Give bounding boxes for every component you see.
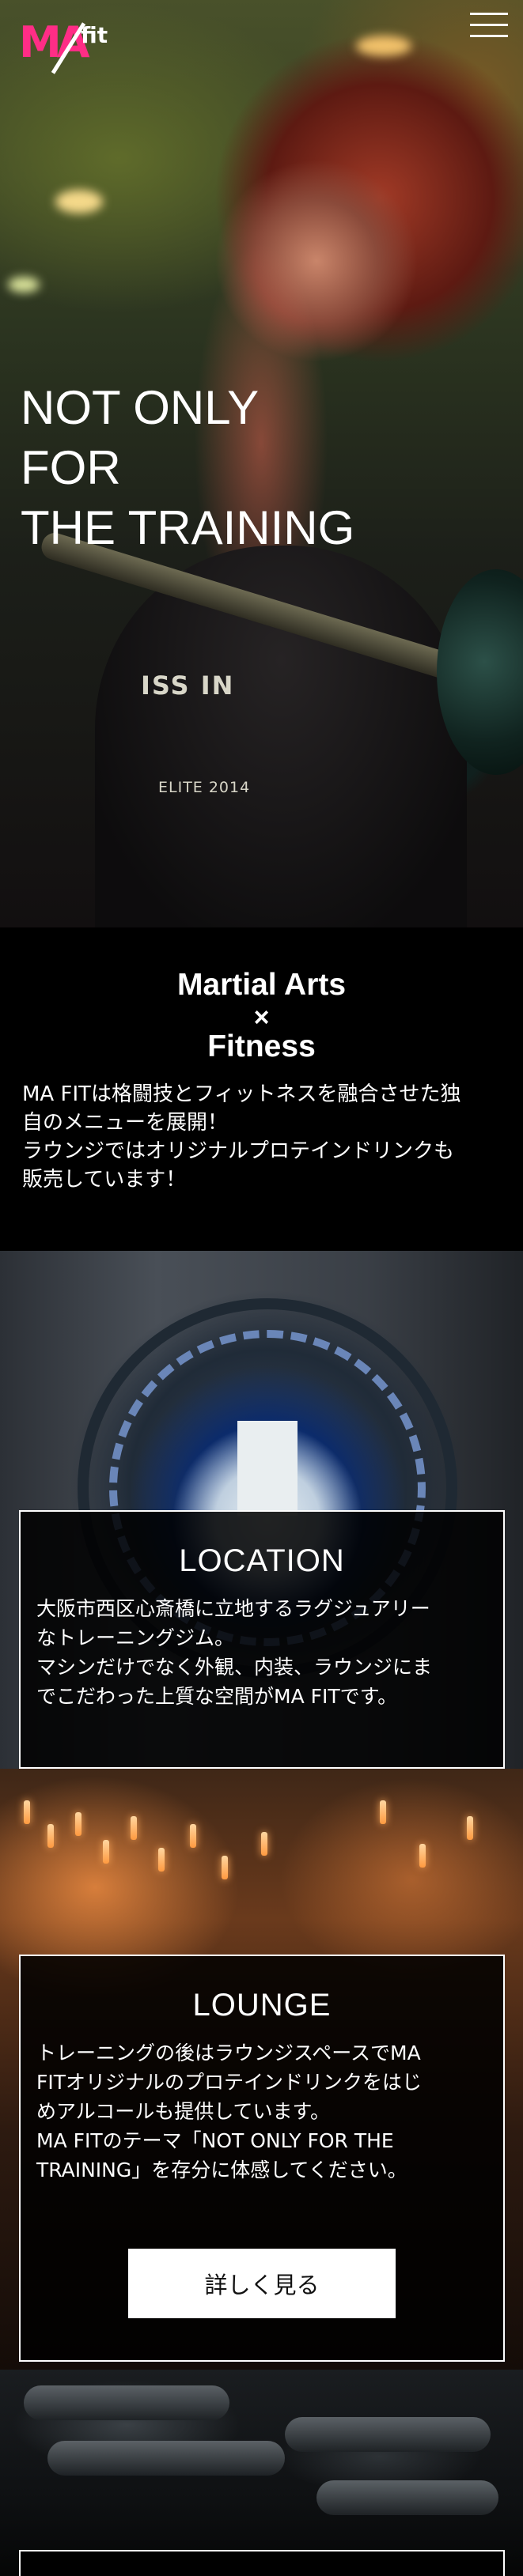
page: ISS IN ELITE 2014 MA fit NOT ONLY FOR TH… bbox=[0, 0, 523, 2576]
pendant-light bbox=[47, 1824, 54, 1848]
location-text-line: なトレーニングジム。 bbox=[36, 1626, 235, 1649]
menu-line bbox=[470, 24, 508, 26]
view-details-button[interactable]: 詳しく見る bbox=[128, 2249, 396, 2318]
shirt-print-text: ISS IN bbox=[141, 670, 235, 701]
pendant-light bbox=[75, 1812, 81, 1836]
menu-line bbox=[470, 13, 508, 15]
background-light bbox=[8, 277, 40, 293]
pendant-light bbox=[222, 1856, 228, 1879]
next-section-card bbox=[19, 2550, 505, 2576]
hero-title-line: THE TRAINING bbox=[21, 501, 355, 554]
pendant-light bbox=[419, 1844, 426, 1868]
pendant-light bbox=[190, 1824, 196, 1848]
pendant-light bbox=[24, 1800, 30, 1824]
pendant-light bbox=[131, 1816, 137, 1840]
hero-title-line: FOR bbox=[21, 441, 121, 494]
location-card: LOCATION 大阪市西区心斎橋に立地するラグジュアリー なトレーニングジム。… bbox=[19, 1510, 505, 1769]
intro-heading-line: Fitness bbox=[207, 1029, 316, 1063]
pendant-light bbox=[158, 1848, 165, 1872]
location-text-line: でこだわった上質な空間がMA FITです。 bbox=[36, 1685, 398, 1708]
dumbbell bbox=[24, 2385, 229, 2420]
lounge-text-line: MA FITのテーマ「NOT ONLY FOR THE bbox=[36, 2129, 394, 2152]
logo-mark: MA bbox=[19, 17, 89, 67]
entrance-light bbox=[237, 1421, 298, 1516]
location-title: LOCATION bbox=[179, 1543, 345, 1578]
hero-title-line: NOT ONLY bbox=[21, 381, 260, 434]
intro-text: MA FITは格闘技とフィットネスを融合させた独 自のメニューを展開！ ラウンジ… bbox=[22, 1080, 497, 1194]
lounge-text-line: めアルコールも提供しています。 bbox=[36, 2100, 331, 2123]
lounge-card: LOUNGE トレーニングの後はラウンジスペースでMA FITオリジナルのプロテ… bbox=[19, 1955, 505, 2362]
lounge-text-line: トレーニングの後はラウンジスペースでMA bbox=[36, 2042, 421, 2064]
intro-text-line: MA FITは格闘技とフィットネスを融合させた独 bbox=[22, 1082, 461, 1106]
shirt-print-text: ELITE 2014 bbox=[158, 779, 251, 796]
equipment-photo bbox=[0, 2370, 523, 2576]
pendant-light bbox=[467, 1816, 473, 1840]
logo-sub-text: fit bbox=[81, 22, 108, 48]
lounge-text-line: FITオリジナルのプロテインドリンクをはじ bbox=[36, 2071, 423, 2094]
intro-text-line: 自のメニューを展開！ bbox=[22, 1111, 229, 1135]
location-text: 大阪市西区心斎橋に立地するラグジュアリー なトレーニングジム。 マシンだけでなく… bbox=[36, 1594, 495, 1711]
intro-text-line: ラウンジではオリジナルプロテインドリンクも bbox=[22, 1139, 455, 1163]
lounge-text-line: TRAINING」を存分に体感してください。 bbox=[36, 2159, 407, 2181]
pendant-light bbox=[261, 1832, 267, 1856]
location-text-line: 大阪市西区心斎橋に立地するラグジュアリー bbox=[36, 1597, 430, 1620]
pendant-light bbox=[103, 1840, 109, 1864]
intro-section: Martial Arts × Fitness MA FITは格闘技とフィットネス… bbox=[0, 927, 523, 1251]
intro-heading-line: Martial Arts bbox=[176, 968, 347, 1002]
dumbbell bbox=[285, 2417, 491, 2452]
lounge-title: LOUNGE bbox=[192, 1988, 332, 2023]
hero-title: NOT ONLY FOR THE TRAINING bbox=[21, 378, 354, 558]
dumbbell bbox=[316, 2480, 498, 2515]
pendant-light bbox=[380, 1800, 386, 1824]
background-light bbox=[356, 36, 411, 56]
hero-section: ISS IN ELITE 2014 MA fit NOT ONLY FOR TH… bbox=[0, 0, 523, 927]
menu-line bbox=[470, 35, 508, 37]
hamburger-icon[interactable] bbox=[467, 9, 511, 41]
site-logo[interactable]: MA fit bbox=[19, 11, 114, 74]
dumbbell bbox=[47, 2441, 285, 2476]
intro-text-line: 販売しています！ bbox=[22, 1168, 187, 1192]
background-light bbox=[55, 190, 103, 213]
location-text-line: マシンだけでなく外観、内装、ラウンジにま bbox=[36, 1656, 433, 1679]
lounge-text: トレーニングの後はラウンジスペースでMA FITオリジナルのプロテインドリンクを… bbox=[36, 2038, 495, 2185]
